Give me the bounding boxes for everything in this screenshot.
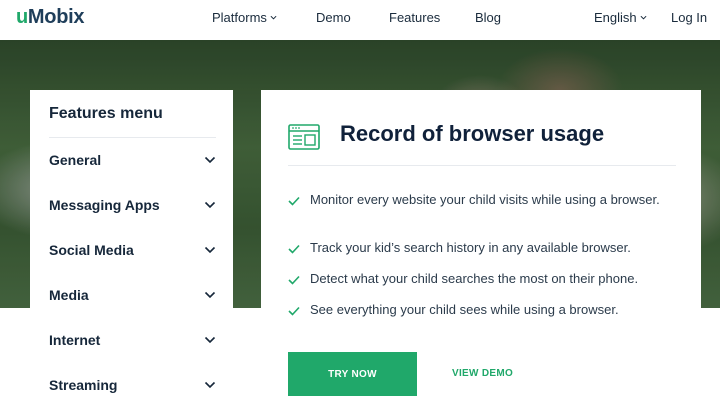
nav-demo[interactable]: Demo <box>316 10 351 25</box>
nav-blog[interactable]: Blog <box>475 10 501 25</box>
nav-demo-label: Demo <box>316 10 351 25</box>
menu-item-label: Messaging Apps <box>49 197 160 213</box>
chevron-down-icon <box>640 15 647 20</box>
login-label: Log In <box>671 10 708 25</box>
chevron-down-icon <box>204 246 216 254</box>
language-selector[interactable]: English <box>594 10 647 25</box>
menu-item-messaging-apps[interactable]: Messaging Apps <box>49 193 216 217</box>
menu-item-streaming[interactable]: Streaming <box>49 373 216 397</box>
top-navigation: uMobix Platforms Demo Features Blog Engl… <box>0 0 720 40</box>
check-icon <box>288 306 300 316</box>
divider <box>288 165 676 166</box>
chevron-down-icon <box>270 15 277 20</box>
chevron-down-icon <box>204 336 216 344</box>
menu-item-label: Streaming <box>49 377 118 393</box>
feature-text: Detect what your child searches the most… <box>310 271 639 286</box>
nav-blog-label: Blog <box>475 10 502 25</box>
nav-features-label: Features <box>389 10 441 25</box>
logo-prefix: u <box>16 6 28 28</box>
nav-platforms-label: Platforms <box>212 10 267 25</box>
language-label: English <box>594 10 637 25</box>
feature-item: Detect what your child searches the most… <box>288 271 676 287</box>
card-title: Record of browser usage <box>340 121 605 146</box>
menu-item-label: Internet <box>49 332 101 348</box>
try-now-button[interactable]: TRY NOW <box>288 352 417 396</box>
chevron-down-icon <box>204 156 216 164</box>
chevron-down-icon <box>204 381 216 389</box>
menu-item-label: General <box>49 152 102 168</box>
nav-platforms[interactable]: Platforms <box>212 10 277 25</box>
feature-text: Track your kid’s search history in any a… <box>310 240 631 255</box>
chevron-down-icon <box>204 201 216 209</box>
feature-item: See everything your child sees while usi… <box>288 302 676 318</box>
menu-item-internet[interactable]: Internet <box>49 328 216 352</box>
features-menu-title: Features menu <box>49 105 163 122</box>
feature-text: Monitor every website your child visits … <box>310 192 660 207</box>
login-link[interactable]: Log In <box>671 10 707 25</box>
divider <box>49 137 216 138</box>
feature-text: See everything your child sees while usi… <box>310 302 619 317</box>
nav-features[interactable]: Features <box>389 10 440 25</box>
feature-card: Record of browser usage Monitor every we… <box>261 90 701 399</box>
logo-text: Mobix <box>27 6 85 28</box>
check-icon <box>288 244 300 254</box>
view-demo-link[interactable]: VIEW DEMO <box>452 368 513 379</box>
menu-item-social-media[interactable]: Social Media <box>49 238 216 262</box>
menu-item-label: Social Media <box>49 242 134 258</box>
umobix-logo[interactable]: uMobix <box>16 6 85 29</box>
feature-item: Monitor every website your child visits … <box>288 192 676 208</box>
check-icon <box>288 275 300 285</box>
check-icon <box>288 196 300 206</box>
menu-item-label: Media <box>49 287 89 303</box>
feature-item: Track your kid’s search history in any a… <box>288 240 676 256</box>
features-menu-panel: Features menu General Messaging Apps Soc… <box>30 90 233 399</box>
chevron-down-icon <box>204 291 216 299</box>
browser-window-icon <box>288 124 320 150</box>
menu-item-media[interactable]: Media <box>49 283 216 307</box>
menu-item-general[interactable]: General <box>49 148 216 172</box>
